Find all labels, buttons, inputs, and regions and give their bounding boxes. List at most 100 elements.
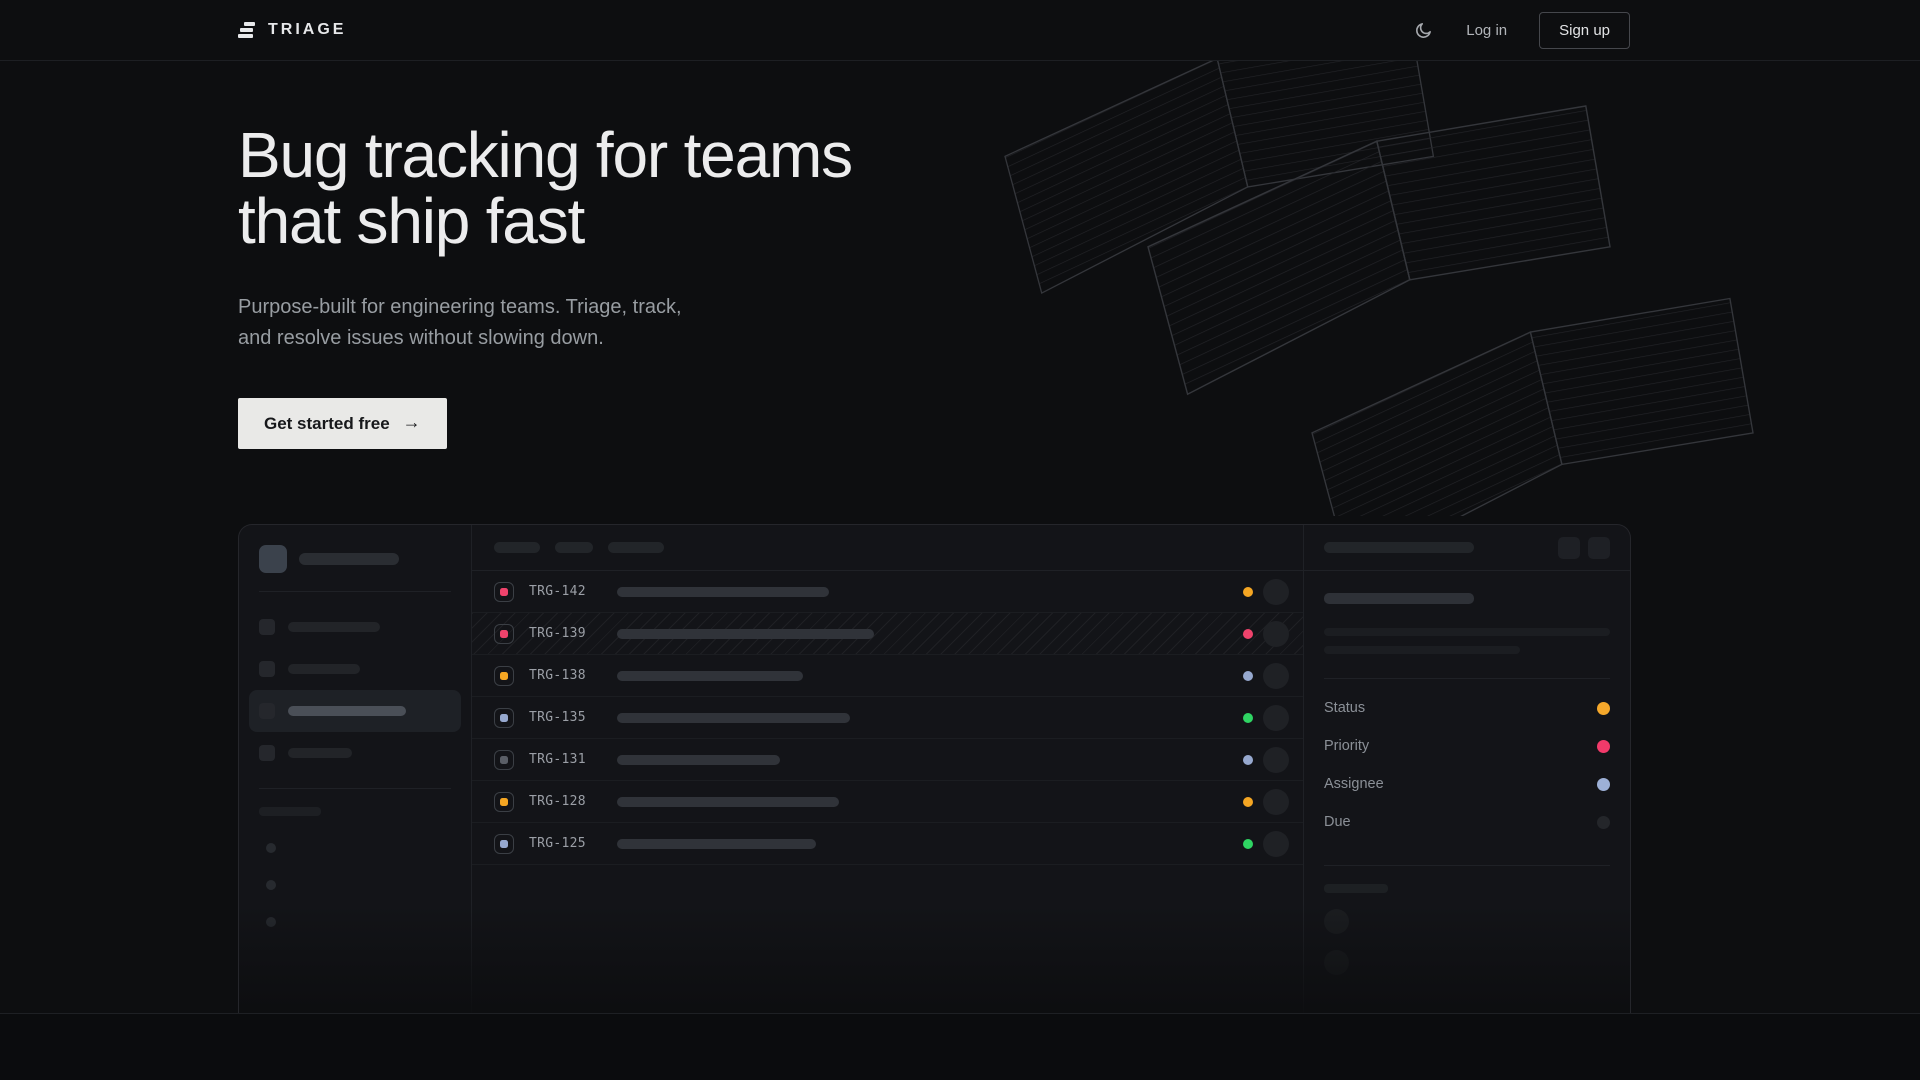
issue-type-icon: [494, 582, 514, 602]
assignee-avatar: [1263, 663, 1289, 689]
sidebar-project-dots: [259, 843, 451, 927]
issue-title-skeleton: [1324, 593, 1474, 604]
issue-detail-panel: Status Priority Assignee Due: [1304, 525, 1630, 1013]
issue-row[interactable]: TRG-139: [472, 613, 1303, 655]
sidebar-nav-item[interactable]: [249, 606, 461, 648]
issue-type-icon: [494, 750, 514, 770]
issue-row-meta: [1243, 579, 1289, 605]
nav-item-icon: [259, 703, 275, 719]
status-dot: [1243, 629, 1253, 639]
project-dot[interactable]: [266, 843, 276, 853]
comment-avatar-skeleton: [1324, 909, 1349, 934]
project-dot[interactable]: [266, 917, 276, 927]
status-dot: [1243, 713, 1253, 723]
project-dot[interactable]: [266, 880, 276, 890]
issue-type-icon: [494, 624, 514, 644]
detail-field-value-dot: [1597, 702, 1610, 715]
sidebar-nav-item[interactable]: [249, 732, 461, 774]
filter-pill-skeleton[interactable]: [494, 542, 540, 553]
sidebar-nav-item[interactable]: [249, 690, 461, 732]
description-line-skeleton: [1324, 646, 1520, 654]
detail-field-label: Due: [1324, 814, 1351, 830]
detail-header-actions: [1558, 537, 1610, 559]
nav-item-icon: [259, 745, 275, 761]
issue-row[interactable]: TRG-142: [472, 571, 1303, 613]
detail-field-row[interactable]: Status: [1324, 689, 1610, 727]
issue-row-meta: [1243, 705, 1289, 731]
status-dot: [1243, 671, 1253, 681]
issue-row[interactable]: TRG-135: [472, 697, 1303, 739]
activity-label-skeleton: [1324, 884, 1388, 893]
assignee-avatar: [1263, 789, 1289, 815]
filter-pill-skeleton[interactable]: [555, 542, 593, 553]
workspace-avatar: [259, 545, 287, 573]
sidebar-divider: [259, 788, 451, 789]
get-started-button[interactable]: Get started free →: [238, 398, 447, 449]
workspace-name-skeleton: [299, 553, 399, 565]
nav-actions: Log in Sign up: [1412, 12, 1630, 49]
status-dot: [1243, 587, 1253, 597]
detail-panel-body: Status Priority Assignee Due: [1304, 571, 1630, 995]
nav-item-icon: [259, 661, 275, 677]
workspace-switcher-skeleton[interactable]: [259, 545, 451, 573]
nav-item-icon: [259, 619, 275, 635]
issue-row[interactable]: TRG-138: [472, 655, 1303, 697]
issue-row-meta: [1243, 663, 1289, 689]
hero-heading: Bug tracking for teams that ship fast: [238, 122, 852, 254]
issue-row[interactable]: TRG-125: [472, 823, 1303, 865]
login-link[interactable]: Log in: [1466, 22, 1507, 39]
assignee-avatar: [1263, 705, 1289, 731]
issue-title-skeleton: [617, 839, 816, 849]
hero-heading-line2: that ship fast: [238, 185, 584, 257]
detail-action-button[interactable]: [1558, 537, 1580, 559]
detail-divider: [1324, 865, 1610, 866]
issue-row-meta: [1243, 831, 1289, 857]
issue-row[interactable]: TRG-128: [472, 781, 1303, 823]
detail-field-label: Priority: [1324, 738, 1369, 754]
detail-field-row[interactable]: Priority: [1324, 727, 1610, 765]
issue-type-icon: [494, 666, 514, 686]
detail-field-row[interactable]: Due: [1324, 803, 1610, 841]
assignee-avatar: [1263, 747, 1289, 773]
theme-toggle-moon-icon[interactable]: [1412, 19, 1434, 41]
footer-band: [0, 1014, 1920, 1080]
sidebar-divider: [259, 591, 451, 592]
issue-title-skeleton: [617, 797, 839, 807]
detail-field-value-dot: [1597, 816, 1610, 829]
detail-header-skeleton: [1324, 542, 1474, 553]
detail-field-row[interactable]: Assignee: [1324, 765, 1610, 803]
signup-button[interactable]: Sign up: [1539, 12, 1630, 49]
filter-pill-skeleton[interactable]: [608, 542, 664, 553]
issue-type-icon: [494, 834, 514, 854]
issue-id: TRG-138: [529, 668, 605, 683]
issue-list-toolbar: [472, 525, 1303, 571]
issue-type-icon: [494, 708, 514, 728]
description-line-skeleton: [1324, 628, 1610, 636]
issue-title-skeleton: [617, 629, 874, 639]
brand[interactable]: TRIAGE: [238, 21, 346, 39]
detail-field-value-dot: [1597, 778, 1610, 791]
issue-row[interactable]: TRG-131: [472, 739, 1303, 781]
mockup-sidebar: [239, 525, 471, 1013]
assignee-avatar: [1263, 621, 1289, 647]
comment-avatar-skeleton: [1324, 950, 1349, 975]
nav-item-label-skeleton: [288, 664, 360, 674]
issue-rows: TRG-142 TRG-139 TRG-138 TRG-135: [472, 571, 1303, 865]
arrow-right-icon: →: [403, 412, 421, 433]
detail-action-button[interactable]: [1588, 537, 1610, 559]
issue-type-icon: [494, 792, 514, 812]
nav-item-label-skeleton: [288, 622, 380, 632]
detail-divider: [1324, 678, 1610, 679]
issue-title-skeleton: [617, 671, 803, 681]
brand-logo-icon: [238, 22, 255, 38]
assignee-avatar: [1263, 831, 1289, 857]
landing-page: TRIAGE Log in Sign up Bug tracking for t…: [0, 0, 1920, 1080]
detail-field-value-dot: [1597, 740, 1610, 753]
issue-title-skeleton: [617, 713, 850, 723]
detail-fields: Status Priority Assignee Due: [1324, 689, 1610, 841]
brand-name: TRIAGE: [268, 21, 346, 39]
hero-subtitle: Purpose-built for engineering teams. Tri…: [238, 292, 718, 354]
issue-row-meta: [1243, 747, 1289, 773]
issue-id: TRG-131: [529, 752, 605, 767]
sidebar-nav-item[interactable]: [249, 648, 461, 690]
